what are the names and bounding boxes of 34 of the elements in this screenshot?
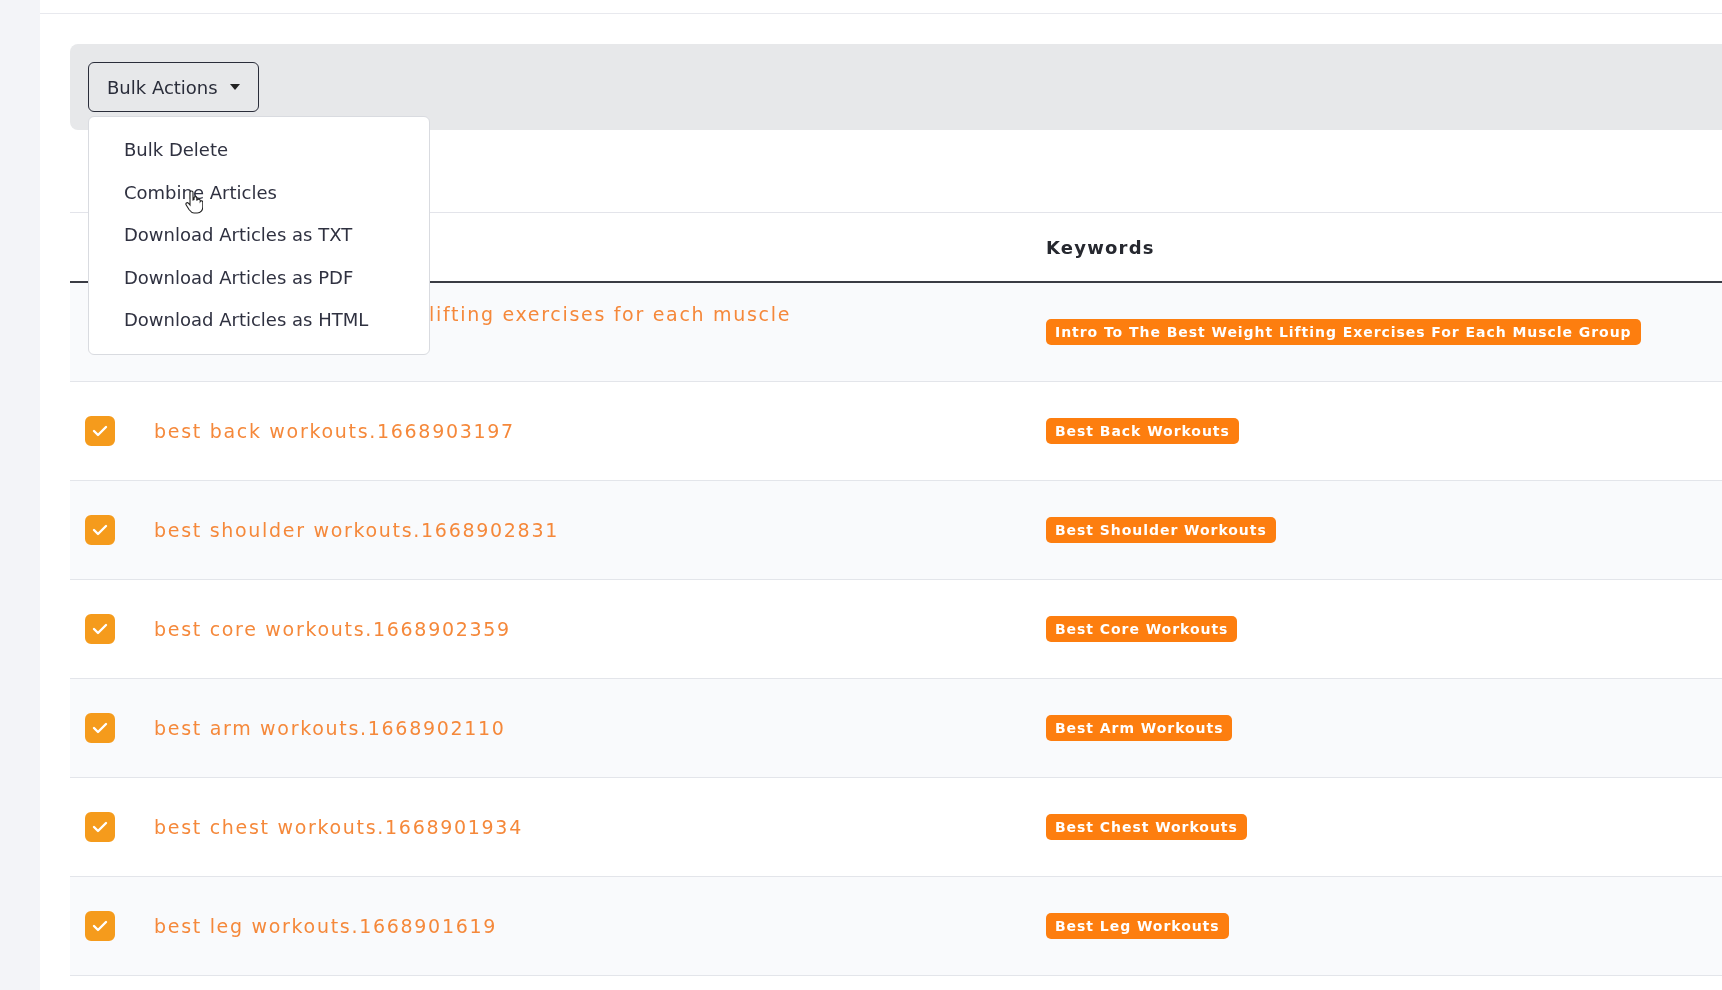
checkmark-icon [92,623,108,635]
keyword-badge: Best Leg Workouts [1046,913,1229,939]
article-title-link[interactable]: best arm workouts.1668902110 [154,717,506,739]
checkmark-icon [92,920,108,932]
keyword-badge: Best Shoulder Workouts [1046,517,1276,543]
column-header: Keywords [1046,236,1156,258]
article-title-link[interactable]: best back workouts.1668903197 [154,420,515,442]
menu-item[interactable]: Download Articles as TXT [89,214,429,257]
keyword-badge: Best Back Workouts [1046,418,1239,444]
keyword-badge: Best Arm Workouts [1046,715,1233,741]
checkmark-icon [92,524,108,536]
menu-item[interactable]: Download Articles as HTML [89,299,429,342]
checkmark-icon [92,722,108,734]
keyword-badge: Best Chest Workouts [1046,814,1247,840]
article-title-link[interactable]: best leg workouts.1668901619 [154,915,498,937]
row-checkbox[interactable] [85,614,115,644]
keyword-badge: Best Core Workouts [1046,616,1238,642]
menu-item[interactable]: Download Articles as PDF [89,256,429,299]
checkmark-icon [92,425,108,437]
row-checkbox[interactable] [85,812,115,842]
checkmark-icon [92,821,108,833]
row-checkbox[interactable] [85,911,115,941]
article-title-link[interactable]: lifting exercises for each muscle [429,303,792,325]
keyword-badge: Intro To The Best Weight Lifting Exercises For Each Muscle Group [1046,319,1641,345]
row-checkbox[interactable] [85,416,115,446]
menu-item[interactable]: Combine Articles [89,171,429,214]
menu-item[interactable]: Bulk Delete [89,129,429,172]
row-checkbox[interactable] [85,515,115,545]
caret-icon [229,84,240,90]
article-title-link[interactable]: best core workouts.1668902359 [154,618,511,640]
row-checkbox[interactable] [85,713,115,743]
article-title-link[interactable]: best chest workouts.1668901934 [154,816,523,838]
bulk-actions-button[interactable]: Bulk Actions [88,62,259,112]
article-title-link[interactable]: best shoulder workouts.1668902831 [154,519,559,541]
